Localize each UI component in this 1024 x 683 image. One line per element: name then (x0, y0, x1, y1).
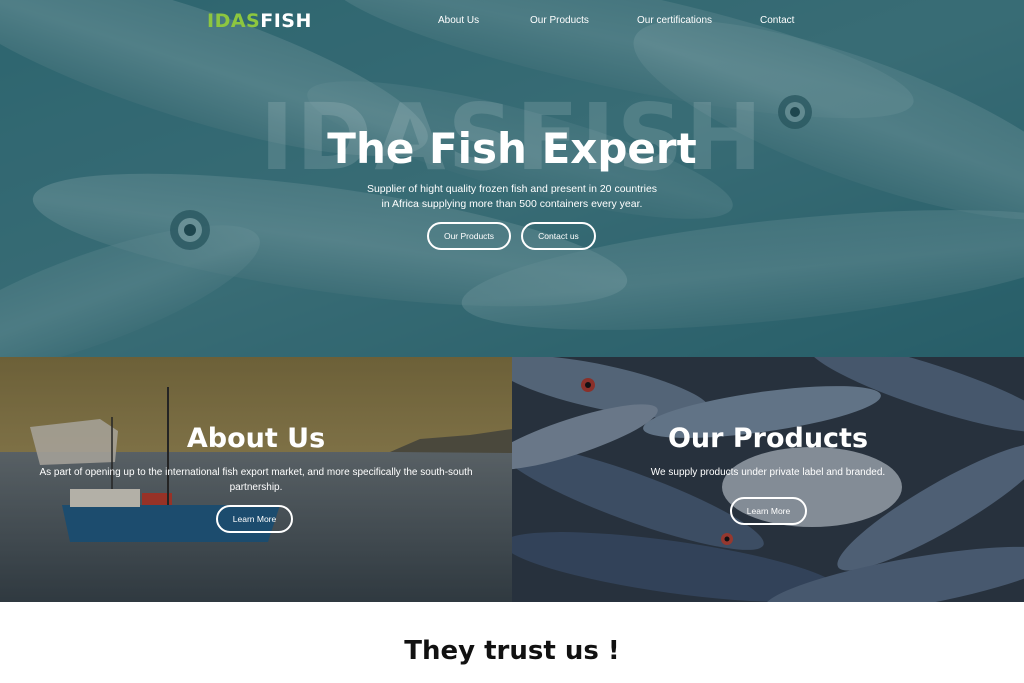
hero-contact-us-button[interactable]: Contact us (521, 222, 596, 250)
hero-title: The Fish Expert (327, 124, 697, 173)
top-navigation: IDASFISH About Us Our Products Our certi… (0, 0, 1024, 42)
our-products-title: Our Products (667, 423, 869, 454)
products-learn-more-button[interactable]: Learn More (730, 497, 807, 525)
our-products-panel: Our Products We supply products under pr… (512, 357, 1024, 602)
our-products-text: We supply products under private label a… (650, 467, 886, 478)
nav-link-about-us[interactable]: About Us (438, 15, 479, 26)
logo-part-fish: FISH (260, 10, 312, 32)
nav-link-our-products[interactable]: Our Products (530, 15, 589, 26)
brand-logo[interactable]: IDASFISH (207, 10, 312, 32)
about-us-title: About Us (186, 423, 326, 454)
nav-link-contact[interactable]: Contact (760, 15, 794, 26)
logo-part-idas: IDAS (207, 10, 261, 32)
about-us-text: As part of opening up to the internation… (39, 467, 473, 493)
about-us-panel: About Us As part of opening up to the in… (0, 357, 512, 602)
trust-title: They trust us ! (404, 636, 620, 666)
hero-our-products-button[interactable]: Our Products (427, 222, 511, 250)
about-learn-more-button[interactable]: Learn More (216, 505, 293, 533)
nav-link-our-certifications[interactable]: Our certifications (637, 15, 712, 26)
trust-section: They trust us ! (0, 602, 1024, 683)
hero-subtitle: Supplier of hight quality frozen fish an… (366, 183, 658, 210)
hero-section: IDASFISH About Us Our Products Our certi… (0, 0, 1024, 357)
